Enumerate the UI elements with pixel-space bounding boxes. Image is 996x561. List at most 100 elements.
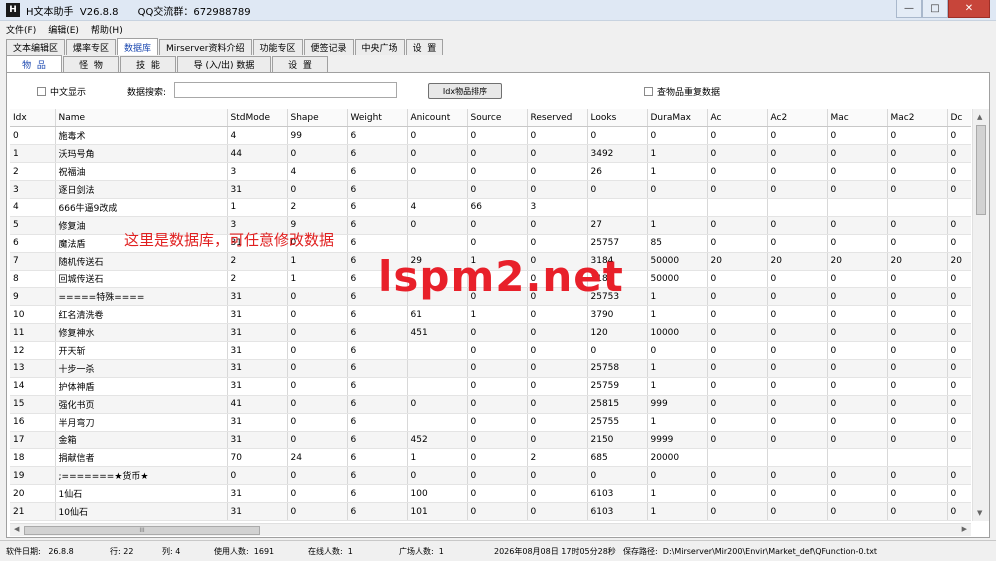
subtab-settings[interactable]: 设 置 — [272, 56, 328, 72]
table-cell[interactable]: 20 — [947, 252, 971, 271]
tab-text-edit[interactable]: 文本编辑区 — [6, 39, 66, 55]
table-row[interactable]: 12 开天斩 31 0 6 0 0 0 0 0 0 0 0 0 — [10, 341, 971, 360]
table-cell[interactable]: 0 — [467, 466, 528, 486]
table-cell[interactable]: 31 — [227, 413, 288, 432]
table-cell[interactable]: 6 — [347, 395, 408, 414]
table-cell[interactable]: 0 — [887, 502, 948, 521]
table-cell[interactable]: 0 — [467, 126, 528, 146]
table-cell[interactable]: 0 — [527, 395, 588, 414]
column-header-name[interactable]: Name — [55, 109, 228, 128]
table-cell[interactable]: 0 — [527, 484, 588, 504]
table-cell[interactable]: 0 — [707, 484, 768, 504]
table-cell[interactable] — [707, 448, 768, 468]
vertical-scrollbar[interactable]: ▲ ▼ — [972, 109, 989, 521]
table-cell[interactable]: 0 — [887, 484, 948, 504]
table-cell[interactable]: ;=======★货币★ — [55, 466, 228, 486]
table-cell[interactable]: 0 — [527, 359, 588, 378]
table-cell[interactable]: 6 — [347, 234, 408, 253]
table-cell[interactable] — [767, 448, 828, 468]
table-cell[interactable]: 12 — [10, 341, 56, 360]
table-cell[interactable]: 0 — [947, 126, 971, 146]
column-header-reserved[interactable]: Reserved — [527, 109, 588, 128]
menu-help[interactable]: 帮助(H) — [85, 23, 129, 36]
table-cell[interactable]: 6 — [347, 323, 408, 343]
table-cell[interactable]: 0 — [527, 341, 588, 360]
tab-functions[interactable]: 功能专区 — [252, 39, 303, 55]
table-cell[interactable] — [827, 198, 888, 217]
table-cell[interactable]: 0 — [467, 180, 528, 199]
table-cell[interactable]: 11 — [10, 323, 56, 343]
table-cell[interactable]: 0 — [767, 234, 828, 253]
table-cell[interactable]: 0 — [527, 216, 588, 235]
column-header-weight[interactable]: Weight — [347, 109, 408, 128]
table-cell[interactable]: 1 — [647, 216, 708, 235]
table-cell[interactable]: 0 — [647, 126, 708, 146]
table-cell[interactable]: 1 — [287, 270, 348, 289]
table-cell[interactable] — [827, 448, 888, 468]
table-cell[interactable]: 3 — [527, 198, 588, 217]
table-cell[interactable]: 0 — [587, 341, 648, 360]
table-cell[interactable]: 金箱 — [55, 431, 228, 450]
table-cell[interactable]: 0 — [467, 377, 528, 396]
table-cell[interactable] — [407, 359, 468, 378]
table-cell[interactable]: 逐日剑法 — [55, 180, 228, 199]
table-cell[interactable]: 6 — [347, 484, 408, 504]
table-cell[interactable]: 0 — [947, 466, 971, 486]
table-cell[interactable]: 0 — [767, 287, 828, 307]
table-cell[interactable]: 2150 — [587, 431, 648, 450]
table-cell[interactable]: 0 — [827, 287, 888, 307]
table-cell[interactable]: 6 — [347, 180, 408, 199]
table-cell[interactable]: 6 — [347, 144, 408, 164]
scroll-down-icon[interactable]: ▼ — [977, 509, 982, 517]
table-cell[interactable]: 0 — [947, 270, 971, 289]
column-header-source[interactable]: Source — [467, 109, 528, 128]
column-header-mac2[interactable]: Mac2 — [887, 109, 948, 128]
table-cell[interactable]: 6 — [347, 448, 408, 468]
table-cell[interactable]: 666牛逼9改成 — [55, 198, 228, 217]
subtab-skills[interactable]: 技 能 — [120, 56, 176, 72]
table-cell[interactable]: 99 — [287, 126, 348, 146]
table-cell[interactable] — [647, 198, 708, 217]
table-cell[interactable]: 0 — [767, 431, 828, 450]
table-cell[interactable]: 0 — [827, 395, 888, 414]
column-header-shape[interactable]: Shape — [287, 109, 348, 128]
table-cell[interactable]: 0 — [287, 395, 348, 414]
table-cell[interactable]: 0 — [767, 359, 828, 378]
table-cell[interactable]: 0 — [827, 144, 888, 164]
table-row[interactable]: 4 666牛逼9改成 1 2 6 4 66 3 — [10, 198, 971, 217]
table-cell[interactable]: 1 — [647, 144, 708, 164]
subtab-items[interactable]: 物 品 — [6, 55, 62, 72]
table-cell[interactable]: 6 — [347, 413, 408, 432]
table-cell[interactable]: 0 — [707, 377, 768, 396]
close-button[interactable]: ✕ — [948, 0, 990, 18]
table-cell[interactable]: 7 — [10, 252, 56, 271]
table-cell[interactable]: 4 — [407, 198, 468, 217]
table-cell[interactable]: 0 — [827, 234, 888, 253]
table-cell[interactable]: 0 — [827, 323, 888, 343]
table-cell[interactable]: 0 — [767, 180, 828, 199]
idx-sort-button[interactable]: Idx物品排序 — [428, 83, 502, 99]
table-row[interactable]: 20 1仙石 31 0 6 100 0 0 6103 1 0 0 0 0 0 — [10, 484, 971, 504]
table-cell[interactable]: 0 — [707, 323, 768, 343]
table-cell[interactable]: 24 — [287, 448, 348, 468]
table-cell[interactable]: 21 — [10, 502, 56, 521]
table-cell[interactable]: 0 — [887, 287, 948, 307]
table-cell[interactable]: 15 — [10, 395, 56, 414]
scroll-thumb[interactable] — [976, 125, 986, 215]
table-cell[interactable]: 半月弯刀 — [55, 413, 228, 432]
table-cell[interactable]: 6 — [347, 431, 408, 450]
table-cell[interactable]: 0 — [467, 413, 528, 432]
table-cell[interactable]: 3492 — [587, 144, 648, 164]
table-cell[interactable]: 0 — [947, 359, 971, 378]
table-cell[interactable]: 0 — [887, 395, 948, 414]
table-cell[interactable]: 20 — [767, 252, 828, 271]
table-cell[interactable]: 13 — [10, 359, 56, 378]
table-cell[interactable]: 0 — [467, 144, 528, 164]
table-cell[interactable]: 0 — [407, 216, 468, 235]
table-row[interactable]: 19 ;=======★货币★ 0 0 6 0 0 0 0 0 0 0 0 0 0 — [10, 466, 971, 486]
table-cell[interactable]: 4 — [10, 198, 56, 217]
table-cell[interactable]: 0 — [767, 377, 828, 396]
table-cell[interactable]: 3 — [227, 162, 288, 182]
table-cell[interactable]: 0 — [887, 341, 948, 360]
table-cell[interactable]: 0 — [767, 466, 828, 486]
